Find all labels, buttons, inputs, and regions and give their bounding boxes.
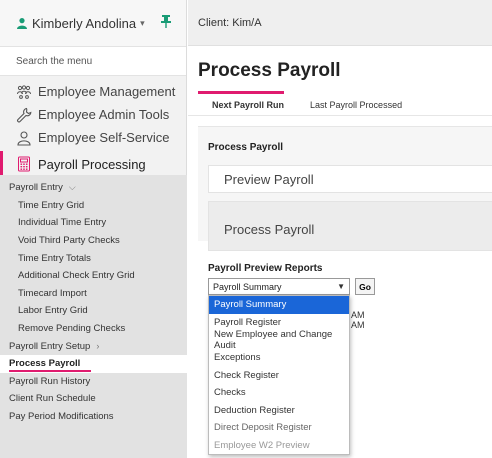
submenu-labor-entry-grid[interactable]: Labor Entry Grid bbox=[0, 302, 187, 320]
submenu-label: Remove Pending Checks bbox=[18, 323, 126, 335]
tab-last-payroll-processed[interactable]: Last Payroll Processed bbox=[296, 94, 414, 115]
dropdown-option[interactable]: New Employee and Change Audit bbox=[209, 329, 349, 351]
submenu-payroll-entry-setup[interactable]: Payroll Entry Setup › bbox=[0, 337, 187, 355]
go-button[interactable]: Go bbox=[355, 278, 375, 295]
person-icon bbox=[17, 130, 31, 146]
submenu-void-third-party-checks[interactable]: Void Third Party Checks bbox=[0, 232, 187, 250]
search-menu-input[interactable]: Search the menu bbox=[0, 46, 186, 76]
submenu-payroll-entry[interactable]: Payroll Entry ⌵ bbox=[0, 179, 187, 197]
payroll-submenu: Payroll Entry ⌵ Time Entry Grid Individua… bbox=[0, 175, 187, 458]
submenu-additional-check-entry-grid[interactable]: Additional Check Entry Grid bbox=[0, 267, 187, 285]
tab-next-payroll-run[interactable]: Next Payroll Run bbox=[198, 91, 296, 115]
calculator-icon bbox=[18, 156, 30, 172]
submenu-payroll-run-history[interactable]: Payroll Run History bbox=[0, 373, 187, 391]
report-select[interactable]: Payroll Summary ▼ bbox=[208, 278, 350, 295]
submenu-client-run-schedule[interactable]: Client Run Schedule bbox=[0, 390, 187, 408]
user-name[interactable]: Kimberly Andolina bbox=[32, 16, 136, 31]
process-payroll-button[interactable]: Process Payroll bbox=[208, 201, 492, 251]
section-title: Process Payroll bbox=[208, 142, 284, 153]
submenu-label: Client Run Schedule bbox=[9, 393, 96, 405]
submenu-label: Payroll Run History bbox=[9, 375, 91, 387]
user-bar[interactable]: Kimberly Andolina ▾ bbox=[0, 0, 186, 46]
dropdown-option[interactable]: Payroll Summary bbox=[209, 296, 349, 314]
time-text: AM bbox=[351, 320, 365, 330]
submenu-remove-pending-checks[interactable]: Remove Pending Checks bbox=[0, 320, 187, 338]
user-icon bbox=[17, 18, 27, 29]
dropdown-option[interactable]: Deduction Register bbox=[209, 402, 349, 420]
client-bar: Client: Kim/A bbox=[188, 0, 492, 46]
sidebar: Kimberly Andolina ▾ Search the menu Empl… bbox=[0, 0, 187, 458]
report-dropdown-list: Payroll Summary Payroll Register New Emp… bbox=[208, 295, 350, 456]
submenu-label: Timecard Import bbox=[18, 287, 87, 299]
nav-employee-self-service[interactable]: Employee Self-Service bbox=[0, 126, 186, 149]
dropdown-option[interactable]: Check Register bbox=[209, 366, 349, 384]
report-select-group: Payroll Summary ▼ Go bbox=[208, 278, 375, 295]
submenu-label: Individual Time Entry bbox=[18, 217, 107, 229]
report-select-value: Payroll Summary bbox=[213, 281, 282, 292]
nav-employee-admin-tools[interactable]: Employee Admin Tools bbox=[0, 103, 186, 126]
submenu-label: Payroll Entry bbox=[9, 182, 63, 194]
chevron-right-icon: › bbox=[96, 341, 100, 352]
main-content: Client: Kim/A Process Payroll Next Payro… bbox=[188, 0, 492, 458]
tab-bar: Next Payroll Run Last Payroll Processed bbox=[188, 91, 492, 116]
submenu-label: Time Entry Grid bbox=[18, 199, 85, 211]
pin-icon[interactable] bbox=[160, 15, 171, 31]
submenu-label: Pay Period Modifications bbox=[9, 411, 114, 423]
chevron-down-icon[interactable]: ▾ bbox=[140, 18, 145, 29]
submenu-label: Void Third Party Checks bbox=[18, 235, 120, 247]
time-text: AM bbox=[351, 310, 365, 320]
submenu-pay-period-modifications[interactable]: Pay Period Modifications bbox=[0, 408, 187, 426]
submenu-process-payroll[interactable]: Process Payroll bbox=[0, 354, 187, 373]
submenu-time-entry-totals[interactable]: Time Entry Totals bbox=[0, 249, 187, 267]
dropdown-option[interactable]: Employee W2 Preview bbox=[209, 437, 349, 455]
submenu-individual-time-entry[interactable]: Individual Time Entry bbox=[0, 214, 187, 232]
wrench-icon bbox=[17, 107, 32, 122]
submenu-label: Payroll Entry Setup bbox=[9, 340, 91, 352]
preview-payroll-button[interactable]: Preview Payroll bbox=[208, 165, 492, 193]
search-menu-label: Search the menu bbox=[16, 55, 93, 67]
main-nav: Employee Management Employee Admin Tools… bbox=[0, 80, 186, 177]
submenu-time-entry-grid[interactable]: Time Entry Grid bbox=[0, 197, 187, 215]
reports-title: Payroll Preview Reports bbox=[208, 263, 323, 274]
submenu-label: Additional Check Entry Grid bbox=[18, 270, 135, 282]
nav-employee-management[interactable]: Employee Management bbox=[0, 80, 186, 103]
dropdown-option[interactable]: Direct Deposit Register bbox=[209, 419, 349, 437]
nav-label: Employee Self-Service bbox=[38, 130, 170, 145]
dropdown-option[interactable]: Checks bbox=[209, 384, 349, 402]
submenu-timecard-import[interactable]: Timecard Import bbox=[0, 285, 187, 303]
people-group-icon bbox=[17, 84, 31, 99]
submenu-label: Labor Entry Grid bbox=[18, 305, 88, 317]
client-label: Client: Kim/A bbox=[198, 16, 262, 29]
submenu-label: Process Payroll bbox=[9, 358, 81, 370]
nav-payroll-processing[interactable]: Payroll Processing bbox=[0, 151, 186, 177]
nav-label: Employee Admin Tools bbox=[38, 107, 170, 122]
process-payroll-section: Process Payroll Preview Payroll Process … bbox=[198, 126, 492, 251]
nav-label: Employee Management bbox=[38, 84, 176, 99]
nav-label: Payroll Processing bbox=[38, 156, 146, 172]
page-title: Process Payroll bbox=[198, 60, 341, 81]
chevron-down-icon: ⌵ bbox=[68, 182, 76, 193]
dropdown-option[interactable]: Exceptions bbox=[209, 349, 349, 367]
chevron-down-icon: ▼ bbox=[337, 282, 345, 291]
submenu-label: Time Entry Totals bbox=[18, 252, 91, 264]
